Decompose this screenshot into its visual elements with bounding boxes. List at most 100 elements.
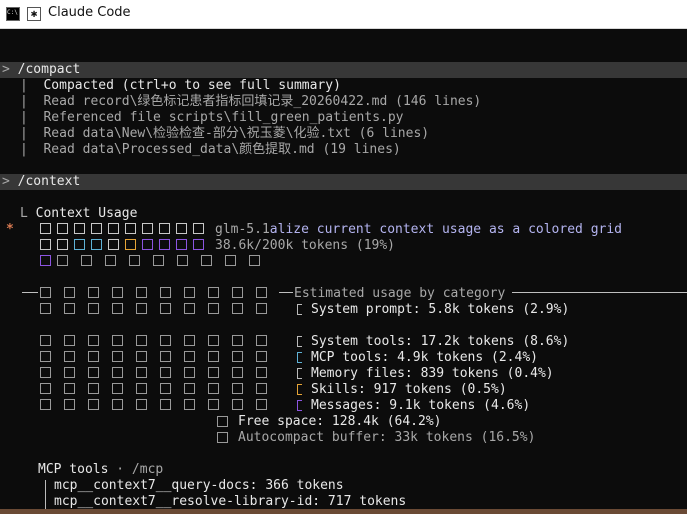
spinner-icon: * [6,222,14,237]
mcp-tools-heading: MCP tools · /mcp [38,462,164,477]
autocompact-line: Autocompact buffer: 33k tokens (16.5%) [238,430,536,445]
usage-grid-cell [160,367,171,378]
usage-grid-cell [88,287,99,298]
usage-grid-cell [88,303,99,314]
usage-grid-cell [136,335,147,346]
usage-grid-cell [40,223,51,234]
usage-grid-cell [57,255,68,266]
usage-grid-cell [193,239,204,250]
usage-grid-cell [64,335,75,346]
legend-bracket [297,304,302,315]
category-skills: Skills: 917 tokens (0.5%) [311,382,507,397]
usage-grid-cell [40,383,51,394]
compact-line: | Referenced file scripts\fill_green_pat… [20,110,404,125]
usage-grid-cell [108,223,119,234]
usage-grid-cell [159,223,170,234]
usage-grid-cell [160,335,171,346]
usage-grid-cell [88,335,99,346]
usage-grid-cell [232,383,243,394]
usage-grid-cell [249,255,260,266]
usage-grid-cell [160,399,171,410]
usage-grid-cell [232,287,243,298]
usage-grid-cell [57,223,68,234]
usage-grid-cell [184,303,195,314]
usage-grid-cell [208,335,219,346]
usage-grid-cell [208,367,219,378]
usage-grid-cell [57,239,68,250]
usage-grid-cell [256,367,267,378]
legend-bracket [297,384,302,395]
usage-grid-cell [232,399,243,410]
model-line: glm-5.1alize current context usage as a … [215,222,622,237]
usage-grid-cell [184,351,195,362]
usage-grid-cell [136,383,147,394]
free-space-line: Free space: 128.4k (64.2%) [238,414,442,429]
category-messages: Messages: 9.1k tokens (4.6%) [311,398,531,413]
usage-grid-cell [160,287,171,298]
usage-grid-cell [208,383,219,394]
legend-bracket [297,368,302,379]
usage-grid-cell [64,383,75,394]
category-memory-files: Memory files: 839 tokens (0.4%) [311,366,554,381]
usage-grid-cell [160,351,171,362]
asterisk-tab-icon: ✱ [27,7,41,21]
context-heading-branch: L Context Usage [20,206,138,221]
category-mcp-tools: MCP tools: 4.9k tokens (2.4%) [311,350,538,365]
category-system-tools: System tools: 17.2k tokens (8.6%) [311,334,570,349]
usage-grid-cell [129,255,140,266]
usage-grid-cell [40,367,51,378]
terminal-app-icon [6,7,20,21]
tokens-line: 38.6k/200k tokens (19%) [215,238,396,253]
autocompact-swatch [217,432,228,443]
usage-grid-cell [91,223,102,234]
usage-grid-cell [225,255,236,266]
command-context: > /context [2,174,81,189]
usage-grid-cell [125,223,136,234]
command-compact: > /compact [2,62,81,77]
compact-line: | Read data\Processed_data\颜色提取.md (19 l… [20,142,401,157]
usage-grid-cell [88,383,99,394]
compact-line: | Compacted (ctrl+o to see full summary) [20,78,341,93]
usage-grid-cell [136,399,147,410]
usage-grid-cell [40,287,51,298]
usage-grid-cell [64,367,75,378]
usage-grid-cell [177,255,188,266]
mcp-tool-item: mcp__context7__query-docs: 366 tokens [54,478,344,493]
usage-grid-cell [64,399,75,410]
mcp-tool-item: mcp__context7__resolve-library-id: 717 t… [54,494,407,509]
compact-line: | Read data\New\检验检查-部分\祝玉菱\化验.txt (6 li… [20,126,430,141]
usage-grid-cell [184,287,195,298]
usage-grid-cell [184,383,195,394]
window-bottom-edge [0,509,687,514]
usage-grid-cell [64,287,75,298]
usage-grid-cell [184,335,195,346]
usage-grid-cell [142,223,153,234]
usage-grid-cell [105,255,116,266]
usage-grid-cell [256,383,267,394]
usage-grid-cell [208,287,219,298]
usage-grid-cell [64,303,75,314]
usage-grid-cell [142,239,153,250]
usage-grid-cell [88,351,99,362]
usage-grid-cell [136,287,147,298]
usage-grid-cell [136,303,147,314]
usage-grid-cell [91,239,102,250]
usage-grid-cell [256,287,267,298]
command-band-context [0,174,687,190]
usage-grid-cell [159,239,170,250]
usage-grid-cell [153,255,164,266]
legend-bracket [297,336,302,347]
usage-grid-cell [40,255,51,266]
usage-grid-cell [112,383,123,394]
usage-grid-cell [176,239,187,250]
usage-grid-cell [40,303,51,314]
terminal-output[interactable]: > /compact | Compacted (ctrl+o to see fu… [0,29,687,514]
usage-grid-cell [74,223,85,234]
usage-grid-cell [136,367,147,378]
separator-left [22,292,38,293]
usage-grid-cell [208,399,219,410]
usage-grid-cell [40,335,51,346]
legend-bracket [297,352,302,363]
usage-grid-cell [40,399,51,410]
usage-grid-cell [176,223,187,234]
